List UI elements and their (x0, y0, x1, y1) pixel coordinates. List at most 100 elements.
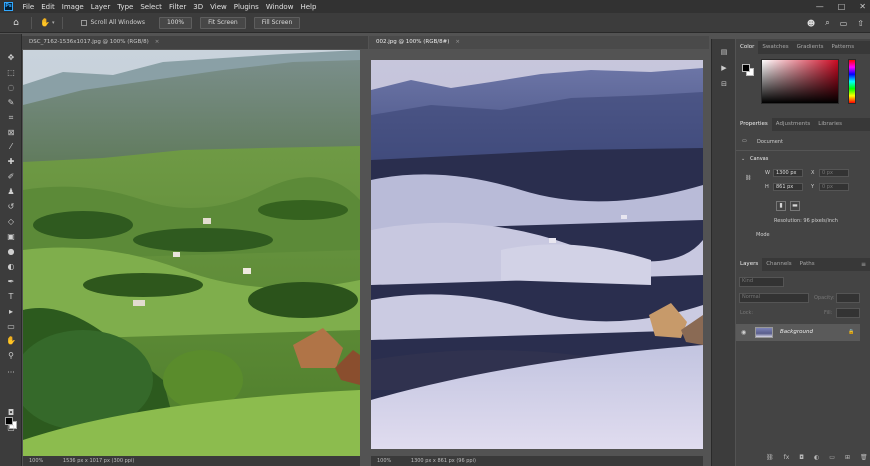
canvas-winter-landscape[interactable] (371, 60, 703, 449)
opacity-field[interactable] (836, 293, 860, 303)
dodge-tool-icon[interactable]: ◐ (4, 260, 18, 273)
eye-visibility-icon[interactable]: ◉ (741, 329, 746, 336)
actions-icon[interactable]: ▶ (718, 63, 730, 74)
document-tab-2[interactable]: 002.jpg @ 100% (RGB/8#) × (369, 36, 709, 49)
menu-select[interactable]: Select (137, 3, 166, 11)
menu-3d[interactable]: 3D (190, 3, 207, 11)
tab-paths[interactable]: Paths (796, 258, 819, 271)
landscape-orientation-icon[interactable]: ▬ (790, 201, 800, 211)
brush-tool-icon[interactable]: ✐ (4, 170, 18, 183)
tab-color[interactable]: Color (736, 41, 759, 54)
path-select-icon[interactable]: ▸ (4, 305, 18, 318)
scroll-all-windows-checkbox[interactable]: Scroll All Windows (81, 19, 145, 26)
height-field[interactable]: 861 px (773, 183, 803, 191)
menu-type[interactable]: Type (114, 3, 137, 11)
menu-bar: Ps File Edit Image Layer Type Select Fil… (0, 0, 870, 13)
fill-field[interactable] (836, 308, 860, 318)
properties-icon[interactable]: ⊟ (718, 79, 730, 90)
zoom-tool-icon[interactable]: ⚲ (4, 349, 18, 362)
blend-mode-select[interactable]: Normal (739, 293, 809, 303)
document-tab-1[interactable]: DSC_7162-1536x1017.jpg @ 100% (RGB/8) × (22, 36, 368, 49)
close-tab-icon[interactable]: × (155, 39, 160, 45)
checkbox-icon[interactable] (81, 19, 88, 26)
menu-layer[interactable]: Layer (87, 3, 114, 11)
link-icon[interactable]: ⛓ (745, 175, 751, 181)
tab-libraries[interactable]: Libraries (814, 118, 846, 131)
color-fg-swatch[interactable] (742, 64, 750, 72)
eyedropper-tool-icon[interactable]: ⁄ (4, 140, 18, 153)
opacity-label: Opacity: (814, 295, 835, 301)
canvas-green-landscape[interactable] (23, 50, 360, 456)
type-tool-icon[interactable]: T (4, 290, 18, 303)
menu-view[interactable]: View (207, 3, 231, 11)
account-icon[interactable]: ☻ (807, 19, 815, 28)
hand-tool-sidebar-icon[interactable]: ✋ (4, 334, 18, 347)
pen-tool-icon[interactable]: ✒ (4, 275, 18, 288)
search-icon[interactable]: ⌕ (825, 18, 829, 28)
history-brush-icon[interactable]: ↺ (4, 200, 18, 213)
history-icon[interactable]: ▤ (718, 47, 730, 58)
tab-properties[interactable]: Properties (736, 118, 772, 131)
tab-adjustments[interactable]: Adjustments (772, 118, 814, 131)
blur-tool-icon[interactable]: ● (4, 245, 18, 258)
frame-tool-icon[interactable]: ⊠ (4, 126, 18, 139)
portrait-orientation-icon[interactable]: ▮ (776, 201, 786, 211)
menu-window[interactable]: Window (262, 3, 297, 11)
new-group-icon[interactable]: ▭ (829, 454, 835, 461)
lasso-tool-icon[interactable]: ◌ (4, 81, 18, 94)
lock-label: Lock: (740, 310, 754, 316)
tab-layers[interactable]: Layers (736, 258, 763, 271)
foreground-color-swatch[interactable] (5, 417, 13, 425)
chevron-down-icon[interactable]: ⌄ (741, 156, 745, 162)
workspace-icon[interactable]: ▭ (840, 19, 848, 28)
more-tools-icon[interactable]: ··· (4, 366, 18, 379)
close-button[interactable]: ✕ (859, 2, 866, 11)
delete-layer-icon[interactable]: 🗑 (860, 454, 868, 461)
quick-select-tool-icon[interactable]: ✎ (4, 96, 18, 109)
hue-slider[interactable] (848, 59, 856, 104)
menu-help[interactable]: Help (297, 3, 320, 11)
tab-patterns[interactable]: Patterns (827, 41, 858, 54)
marquee-tool-icon[interactable]: ⬚ (4, 66, 18, 79)
zoom-100-button[interactable]: 100% (158, 16, 193, 29)
x-field[interactable]: 0 px (819, 169, 849, 177)
zoom-level-1[interactable]: 100% (29, 458, 43, 464)
maximize-button[interactable]: □ (838, 2, 846, 11)
chevron-down-icon[interactable]: ▾ (52, 20, 55, 26)
layer-filter-kind[interactable]: Kind (739, 277, 784, 287)
gradient-tool-icon[interactable]: ▣ (4, 230, 18, 243)
fx-icon[interactable]: fx (784, 454, 790, 461)
fit-screen-button[interactable]: Fit Screen (200, 16, 246, 29)
new-layer-icon[interactable]: ⊞ (845, 454, 850, 461)
tab-channels[interactable]: Channels (762, 258, 795, 271)
menu-edit[interactable]: Edit (38, 3, 59, 11)
share-icon[interactable]: ⇧ (857, 19, 864, 28)
menu-image[interactable]: Image (58, 3, 87, 11)
menu-plugins[interactable]: Plugins (230, 3, 262, 11)
layer-name[interactable]: Background (780, 329, 813, 335)
crop-tool-icon[interactable]: ⌗ (4, 111, 18, 124)
fill-screen-button[interactable]: Fill Screen (253, 16, 301, 29)
width-field[interactable]: 1300 px (773, 169, 803, 177)
minimize-button[interactable]: — (816, 2, 824, 11)
menu-filter[interactable]: Filter (165, 3, 189, 11)
menu-file[interactable]: File (19, 3, 38, 11)
tab-gradients[interactable]: Gradients (793, 41, 828, 54)
adjustment-layer-icon[interactable]: ◐ (814, 454, 819, 461)
home-icon[interactable]: ⌂ (9, 17, 23, 29)
eraser-tool-icon[interactable]: ◇ (4, 215, 18, 228)
color-picker-field[interactable] (761, 59, 839, 104)
move-tool-icon[interactable]: ✥ (4, 51, 18, 64)
layer-row-background[interactable]: ◉ Background 🔒 (736, 324, 860, 341)
clone-stamp-icon[interactable]: ♟ (4, 185, 18, 198)
hand-tool-icon[interactable]: ✋ (40, 18, 50, 27)
panel-menu-icon[interactable]: ≡ (861, 258, 866, 271)
close-tab-icon[interactable]: × (455, 39, 460, 45)
add-mask-icon[interactable]: ◘ (799, 454, 804, 461)
y-field[interactable]: 0 px (819, 183, 849, 191)
healing-brush-icon[interactable]: ✚ (4, 155, 18, 168)
zoom-level-2[interactable]: 100% (377, 458, 391, 464)
tab-swatches[interactable]: Swatches (758, 41, 792, 54)
shape-tool-icon[interactable]: ▭ (4, 320, 18, 333)
link-layers-icon[interactable]: ⛓ (766, 454, 774, 461)
